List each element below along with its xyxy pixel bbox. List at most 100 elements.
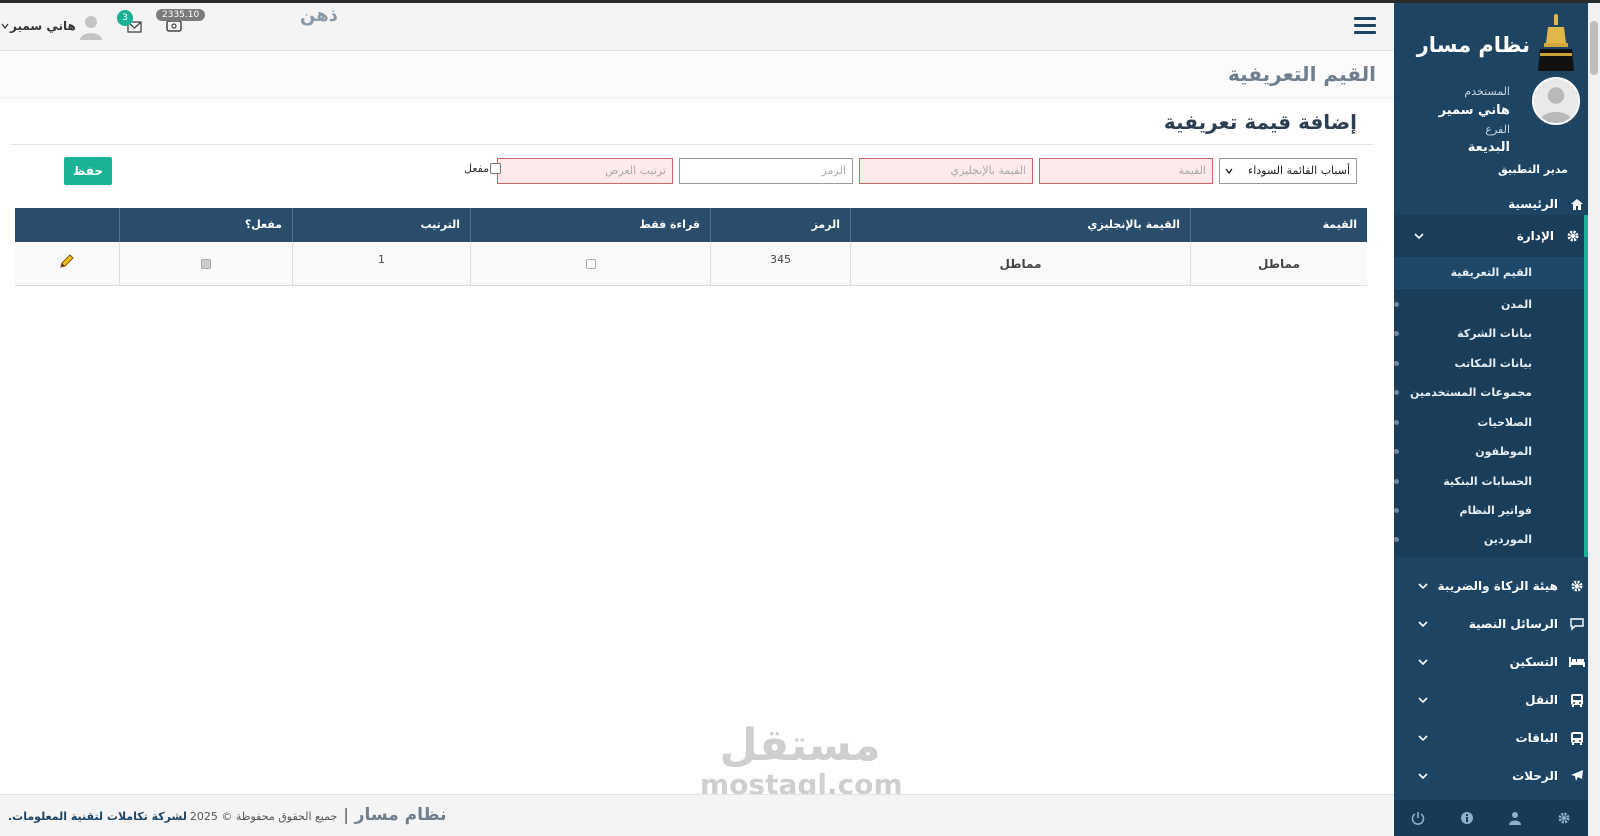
sidebar-item-cities[interactable]: المدن: [1392, 292, 1532, 318]
footer-brand: نظام مسار: [354, 805, 447, 825]
col-header-code: الرمز: [710, 208, 850, 242]
wallet-icon[interactable]: [166, 20, 182, 32]
col-header-order: الترتيب: [292, 208, 470, 242]
sidebar-item-label: الموظفون: [1475, 445, 1532, 458]
card-title: إضافة قيمة تعريفية: [1163, 110, 1357, 134]
menu-toggle-icon[interactable]: [1354, 17, 1376, 37]
sidebar-item-label: الصلاحيات: [1477, 416, 1532, 429]
watermark: مستقل mostaql.com: [700, 720, 903, 800]
sidebar-item-lookup-values[interactable]: القيم التعريفية: [1392, 260, 1532, 286]
sidebar-item-packages[interactable]: الباقات: [1406, 721, 1588, 755]
sidebar-item-label: فواتير النظام: [1459, 504, 1532, 517]
edit-pencil-icon[interactable]: [59, 253, 75, 269]
sidebar-item-housing[interactable]: التسكين: [1406, 645, 1588, 679]
sidebar-item-label: الرئيسية: [1508, 197, 1558, 211]
power-icon[interactable]: [1411, 811, 1425, 825]
table-row: مماطل مماطل 345 1: [15, 242, 1367, 286]
chevron-down-icon: [1418, 583, 1428, 590]
sidebar-footer: [1394, 800, 1588, 836]
sidebar-item-label: القيم التعريفية: [1450, 266, 1532, 279]
sidebar-item-zakat[interactable]: هيئة الزكاة والضريبة: [1406, 569, 1588, 603]
cell-actions: [15, 242, 119, 286]
user-profile: المستخدم هاني سمير الفرع البديعة مدير ال…: [1398, 77, 1588, 177]
user-role: مدير التطبيق: [1498, 163, 1568, 176]
active-checkbox[interactable]: مفعل: [464, 162, 502, 175]
sidebar-item-admin[interactable]: الإدارة: [1402, 219, 1584, 253]
sidebar-item-label: الرسائل النصية: [1468, 617, 1558, 631]
cell-active: [119, 242, 292, 286]
footer-separator: |: [343, 805, 349, 824]
sidebar-item-label: الموردين: [1483, 533, 1532, 546]
col-header-value: القيمة: [1190, 208, 1367, 242]
mail-count-badge: 3: [117, 10, 133, 26]
sidebar-brand[interactable]: نظام مسار: [1402, 9, 1582, 75]
topbar-brand-word: ذهن: [300, 5, 338, 26]
gear-icon: [1562, 228, 1584, 244]
gear-icon: [1566, 578, 1588, 594]
gear-icon[interactable]: [1557, 811, 1571, 825]
divider: [10, 144, 1374, 145]
app-name: نظام مسار: [1416, 33, 1530, 57]
top-bar: ذهن 2335.10 3 هاني سمير: [0, 3, 1394, 51]
save-button[interactable]: حفظ: [64, 157, 112, 185]
user-label: المستخدم: [1464, 85, 1510, 98]
col-header-actions: [15, 208, 119, 242]
sidebar-item-trips[interactable]: الرحلات: [1406, 759, 1588, 793]
chevron-down-icon: [1418, 659, 1428, 666]
page-footer: نظام مسار | جميع الحقوق محفوظة © 2025 لش…: [0, 794, 1394, 836]
sidebar-item-permissions[interactable]: الصلاحيات: [1392, 410, 1532, 436]
cell-english: مماطل: [850, 242, 1190, 286]
sidebar-item-label: مجموعات المستخدمين: [1410, 386, 1532, 399]
sidebar-item-user-groups[interactable]: مجموعات المستخدمين: [1392, 380, 1532, 406]
chat-bubble-icon: [1566, 616, 1588, 632]
sidebar-item-sms[interactable]: الرسائل النصية: [1406, 607, 1588, 641]
sidebar-item-label: الرحلات: [1512, 769, 1558, 783]
bus-icon: [1566, 692, 1588, 708]
list-type-selected: أسباب القائمة السوداء: [1248, 164, 1350, 177]
readonly-checkbox[interactable]: [585, 259, 596, 269]
page-title: القيم التعريفية: [1227, 62, 1376, 86]
footer-company-link[interactable]: لشركة تكاملات لتقنية المعلومات.: [8, 810, 187, 823]
chevron-down-icon: [1418, 773, 1428, 780]
cell-code: 345: [710, 242, 850, 286]
sidebar-item-suppliers[interactable]: الموردين: [1392, 527, 1532, 553]
sidebar-item-system-invoices[interactable]: فواتير النظام: [1392, 498, 1532, 524]
user-value: هاني سمير: [1438, 103, 1510, 118]
user-menu-name[interactable]: هاني سمير: [10, 19, 76, 33]
sidebar-item-bank-accounts[interactable]: الحسابات البنكية: [1392, 469, 1532, 495]
sidebar-item-label: التسكين: [1509, 655, 1558, 669]
value-input[interactable]: القيمة: [1039, 158, 1213, 184]
home-icon: [1566, 196, 1588, 212]
sidebar-item-company-data[interactable]: بيانات الشركة: [1392, 321, 1532, 347]
chevron-down-icon: [1418, 621, 1428, 628]
sidebar-item-label: النقل: [1525, 693, 1558, 707]
user-avatar-icon[interactable]: [80, 14, 102, 40]
sidebar-scrollbar[interactable]: [1588, 3, 1600, 836]
chevron-down-icon[interactable]: [1, 22, 9, 30]
sidebar-item-transport[interactable]: النقل: [1406, 683, 1588, 717]
sidebar-item-offices-data[interactable]: بيانات المكاتب: [1392, 351, 1532, 377]
chevron-down-icon: [1418, 735, 1428, 742]
english-value-input[interactable]: القيمة بالإنجليزي: [859, 158, 1033, 184]
sidebar: نظام مسار المستخدم هاني سمير الفرع البدي…: [1394, 3, 1600, 836]
chevron-down-icon: [1225, 168, 1233, 175]
sidebar-item-label: بيانات المكاتب: [1454, 357, 1532, 370]
kaaba-logo-icon: [1538, 14, 1574, 71]
info-icon[interactable]: [1460, 811, 1474, 825]
data-table: القيمة القيمة بالإنجليزي الرمز قراءة فقط…: [15, 208, 1367, 286]
chevron-down-icon: [1418, 697, 1428, 704]
sidebar-group-admin: الإدارة القيم التعريفية المدن بيانات الش…: [1394, 215, 1588, 557]
user-icon[interactable]: [1508, 811, 1522, 825]
active-checkbox-box[interactable]: [490, 163, 502, 174]
watermark-arabic: مستقل: [719, 720, 881, 771]
balance-badge: 2335.10: [156, 9, 206, 21]
sidebar-item-label: الباقات: [1515, 731, 1558, 745]
display-order-input[interactable]: ترتيب العرض: [497, 158, 673, 184]
bus-icon: [1566, 730, 1588, 746]
cell-value: مماطل: [1190, 242, 1367, 286]
code-input[interactable]: الرمز: [679, 158, 853, 184]
sidebar-item-employees[interactable]: الموظفون: [1392, 439, 1532, 465]
sidebar-item-label: الحسابات البنكية: [1443, 475, 1532, 488]
avatar: [1532, 77, 1580, 125]
list-type-select[interactable]: أسباب القائمة السوداء: [1219, 158, 1357, 184]
